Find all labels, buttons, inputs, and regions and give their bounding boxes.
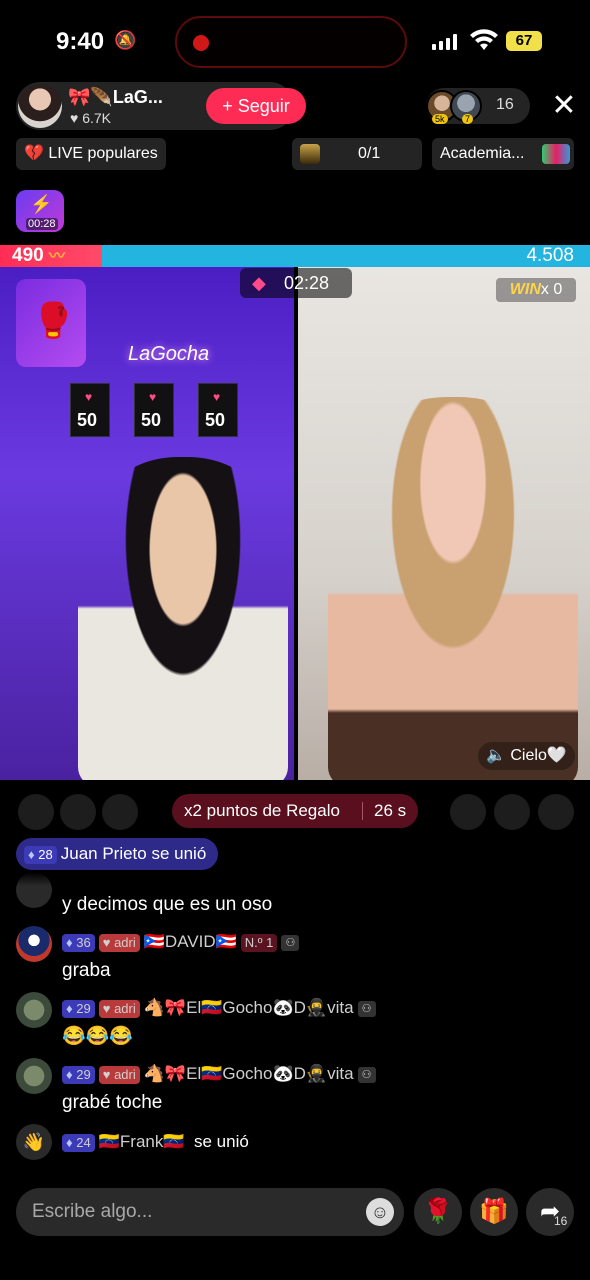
user-options-icon[interactable]: ⚇	[357, 1066, 376, 1083]
opponent-person	[328, 397, 578, 780]
top-gifter-slot[interactable]	[18, 794, 54, 830]
level-badge: ♦ 36	[62, 933, 95, 952]
level-badge: ♦ 29	[62, 1065, 95, 1084]
join-banner: ♦ 28 Juan Prieto se unió	[16, 838, 219, 870]
rank-badge: N.º 1	[240, 933, 278, 952]
status-bar: 9:40 🔕 67	[0, 0, 590, 80]
wave-icon: 〰	[48, 248, 65, 265]
chat-avatar[interactable]	[16, 992, 52, 1028]
academia-icon	[542, 144, 570, 164]
user-options-icon[interactable]: ⚇	[357, 1000, 376, 1017]
opponent-gifter-slot[interactable]	[538, 794, 574, 830]
recording-dot-icon	[193, 35, 209, 51]
battle-timer: ◆ 02:28	[240, 268, 352, 298]
wall-poster: ♥ 50	[70, 383, 110, 437]
live-popular-button[interactable]: 💔 LIVE populares	[16, 138, 166, 170]
dynamic-island	[175, 16, 407, 68]
top-gifter-slot[interactable]	[102, 794, 138, 830]
fan-badge: ♥ adri	[98, 999, 140, 1018]
gift-goal-button[interactable]: 0/1	[292, 138, 422, 170]
wifi-icon	[470, 29, 498, 50]
host-video[interactable]: 🥊 LaGocha ♥ 50 ♥ 50 ♥ 50	[0, 267, 294, 780]
follow-button[interactable]: + Seguir	[206, 88, 306, 124]
opponent-gifter-slot[interactable]	[450, 794, 486, 830]
wall-poster: ♥ 50	[198, 383, 238, 437]
gift-box-button[interactable]: 🎁	[470, 1188, 518, 1236]
academia-label: Academia...	[440, 145, 525, 162]
emoji-icon[interactable]: ☺	[366, 1198, 394, 1226]
wall-poster: ♥ 50	[134, 383, 174, 437]
opponent-name-tag[interactable]: 🔈 Cielo🤍	[478, 742, 575, 770]
share-count: 16	[554, 1214, 568, 1228]
boxing-glove-icon: 🥊	[32, 302, 75, 340]
share-button[interactable]: ➦	[526, 1188, 574, 1236]
score-left: 490 〰	[12, 245, 65, 266]
fan-badge: ♥ adri	[98, 1065, 140, 1084]
viewer-count: 16	[496, 96, 514, 113]
chat-username[interactable]: 🇵🇷DAVID🇵🇷	[144, 932, 237, 951]
neon-sign: LaGocha	[128, 343, 210, 365]
wave-hand-icon: 👋	[16, 1124, 52, 1160]
diamond-icon: ♦	[28, 846, 35, 862]
user-options-icon[interactable]: ⚇	[281, 934, 300, 951]
boost-timer: 00:28	[26, 218, 58, 230]
score-right: 4.508	[526, 245, 574, 266]
lightning-icon: ⚡	[30, 194, 53, 214]
host-name[interactable]: 🎀🪶LaG...	[68, 87, 163, 108]
rose-gift-button[interactable]: 🌹	[414, 1188, 462, 1236]
host-info[interactable]: 🎀🪶LaG... ♥ 6.7K + Seguir	[16, 82, 306, 130]
boxing-glove-card[interactable]: 🥊	[16, 279, 86, 367]
opponent-gifter-slot[interactable]	[494, 794, 530, 830]
chat-avatar[interactable]	[16, 926, 52, 962]
viewer-list[interactable]: 5k 7 16	[426, 88, 530, 124]
gift-goal-icon	[300, 144, 320, 164]
boost-timer-badge[interactable]: ⚡ 00:28	[16, 190, 64, 232]
academia-button[interactable]: Academia...	[432, 138, 574, 170]
close-icon[interactable]: ✕	[548, 90, 580, 122]
host-avatar[interactable]	[18, 84, 62, 128]
battle-score-bar: 490 〰 4.508	[0, 245, 590, 267]
clock: 9:40	[56, 28, 105, 55]
cellular-signal-icon	[432, 34, 457, 50]
host-likes: ♥ 6.7K	[70, 110, 112, 126]
chat-username[interactable]: 🐴🎀El🇻🇪Gocho🐼D🥷vita	[144, 998, 354, 1017]
win-streak: WINx 0	[496, 278, 576, 302]
gift-goal-progress: 0/1	[358, 145, 381, 162]
level-badge: ♦ 24	[62, 1133, 95, 1152]
level-badge: ♦ 28	[24, 845, 57, 864]
chat-username[interactable]: 🇻🇪Frank🇻🇪	[99, 1132, 185, 1151]
battle-icon: ◆	[252, 273, 266, 293]
battery-icon: 67	[506, 31, 542, 51]
chat-avatar[interactable]	[16, 1058, 52, 1094]
viewer-avatar[interactable]: 7	[450, 90, 482, 124]
fan-badge: ♥ adri	[98, 933, 140, 952]
host-person	[78, 457, 288, 780]
double-points-banner[interactable]: x2 puntos de Regalo 26 s	[172, 794, 418, 828]
opponent-video[interactable]	[298, 267, 590, 780]
comment-input[interactable]	[16, 1188, 404, 1236]
silent-bell-icon: 🔕	[114, 30, 137, 50]
top-gifter-slot[interactable]	[60, 794, 96, 830]
level-badge: ♦ 29	[62, 999, 95, 1018]
chat-username[interactable]: 🐴🎀El🇻🇪Gocho🐼D🥷vita	[144, 1064, 354, 1083]
